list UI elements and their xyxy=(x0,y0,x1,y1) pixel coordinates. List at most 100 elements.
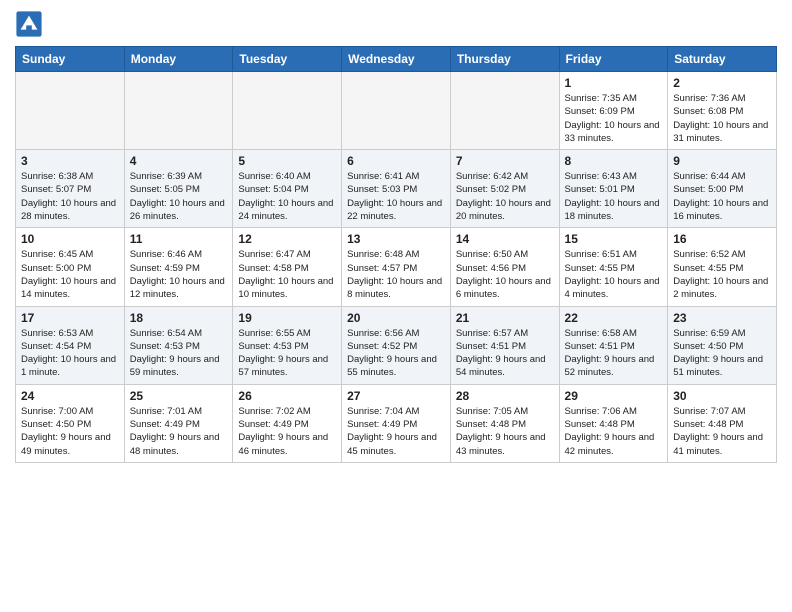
calendar-header-wednesday: Wednesday xyxy=(342,47,451,72)
day-number: 18 xyxy=(130,311,228,325)
calendar-cell: 2Sunrise: 7:36 AMSunset: 6:08 PMDaylight… xyxy=(668,72,777,150)
day-number: 12 xyxy=(238,232,336,246)
day-number: 3 xyxy=(21,154,119,168)
day-info: Sunrise: 6:44 AMSunset: 5:00 PMDaylight:… xyxy=(673,170,771,223)
day-number: 30 xyxy=(673,389,771,403)
day-info: Sunrise: 6:48 AMSunset: 4:57 PMDaylight:… xyxy=(347,248,445,301)
day-info: Sunrise: 7:35 AMSunset: 6:09 PMDaylight:… xyxy=(565,92,663,145)
day-number: 10 xyxy=(21,232,119,246)
calendar-header-sunday: Sunday xyxy=(16,47,125,72)
day-info: Sunrise: 6:51 AMSunset: 4:55 PMDaylight:… xyxy=(565,248,663,301)
calendar-cell: 14 Sunrise: 6:50 AMSunset: 4:56 PMDayligh… xyxy=(450,228,559,306)
calendar-cell: 30 Sunrise: 7:07 AMSunset: 4:48 PMDayligh… xyxy=(668,384,777,462)
day-info: Sunrise: 7:01 AMSunset: 4:49 PMDaylight:… xyxy=(130,405,228,458)
calendar-header-monday: Monday xyxy=(124,47,233,72)
day-number: 17 xyxy=(21,311,119,325)
day-info: Sunrise: 6:45 AMSunset: 5:00 PMDaylight:… xyxy=(21,248,119,301)
calendar-week-5: 24 Sunrise: 7:00 AMSunset: 4:50 PMDayligh… xyxy=(16,384,777,462)
day-info: Sunrise: 6:58 AMSunset: 4:51 PMDaylight:… xyxy=(565,327,663,380)
day-number: 24 xyxy=(21,389,119,403)
calendar-week-4: 17 Sunrise: 6:53 AMSunset: 4:54 PMDayligh… xyxy=(16,306,777,384)
calendar-cell: 25 Sunrise: 7:01 AMSunset: 4:49 PMDayligh… xyxy=(124,384,233,462)
calendar-header-thursday: Thursday xyxy=(450,47,559,72)
day-info: Sunrise: 7:06 AMSunset: 4:48 PMDaylight:… xyxy=(565,405,663,458)
day-info: Sunrise: 6:50 AMSunset: 4:56 PMDaylight:… xyxy=(456,248,554,301)
page: SundayMondayTuesdayWednesdayThursdayFrid… xyxy=(0,0,792,473)
calendar-cell: 5Sunrise: 6:40 AMSunset: 5:04 PMDaylight… xyxy=(233,150,342,228)
logo-icon xyxy=(15,10,43,38)
day-info: Sunrise: 6:46 AMSunset: 4:59 PMDaylight:… xyxy=(130,248,228,301)
day-info: Sunrise: 6:55 AMSunset: 4:53 PMDaylight:… xyxy=(238,327,336,380)
calendar-cell: 10 Sunrise: 6:45 AMSunset: 5:00 PMDayligh… xyxy=(16,228,125,306)
calendar-header-tuesday: Tuesday xyxy=(233,47,342,72)
day-info: Sunrise: 6:59 AMSunset: 4:50 PMDaylight:… xyxy=(673,327,771,380)
calendar-cell: 3Sunrise: 6:38 AMSunset: 5:07 PMDaylight… xyxy=(16,150,125,228)
day-info: Sunrise: 6:39 AMSunset: 5:05 PMDaylight:… xyxy=(130,170,228,223)
calendar-cell: 4 Sunrise: 6:39 AMSunset: 5:05 PMDaylight… xyxy=(124,150,233,228)
calendar-cell: 19 Sunrise: 6:55 AMSunset: 4:53 PMDayligh… xyxy=(233,306,342,384)
day-info: Sunrise: 6:54 AMSunset: 4:53 PMDaylight:… xyxy=(130,327,228,380)
calendar-cell: 17 Sunrise: 6:53 AMSunset: 4:54 PMDayligh… xyxy=(16,306,125,384)
day-info: Sunrise: 6:47 AMSunset: 4:58 PMDaylight:… xyxy=(238,248,336,301)
logo xyxy=(15,10,47,38)
calendar-header-saturday: Saturday xyxy=(668,47,777,72)
day-number: 25 xyxy=(130,389,228,403)
day-number: 26 xyxy=(238,389,336,403)
day-number: 4 xyxy=(130,154,228,168)
day-number: 29 xyxy=(565,389,663,403)
day-number: 15 xyxy=(565,232,663,246)
day-info: Sunrise: 6:53 AMSunset: 4:54 PMDaylight:… xyxy=(21,327,119,380)
calendar-cell: 9 Sunrise: 6:44 AMSunset: 5:00 PMDaylight… xyxy=(668,150,777,228)
calendar-week-3: 10 Sunrise: 6:45 AMSunset: 5:00 PMDayligh… xyxy=(16,228,777,306)
calendar-cell: 8 Sunrise: 6:43 AMSunset: 5:01 PMDaylight… xyxy=(559,150,668,228)
calendar-cell: 13 Sunrise: 6:48 AMSunset: 4:57 PMDayligh… xyxy=(342,228,451,306)
day-number: 23 xyxy=(673,311,771,325)
calendar-cell xyxy=(16,72,125,150)
calendar-cell: 20Sunrise: 6:56 AMSunset: 4:52 PMDayligh… xyxy=(342,306,451,384)
calendar-cell: 24 Sunrise: 7:00 AMSunset: 4:50 PMDayligh… xyxy=(16,384,125,462)
calendar-table: SundayMondayTuesdayWednesdayThursdayFrid… xyxy=(15,46,777,463)
day-number: 7 xyxy=(456,154,554,168)
day-info: Sunrise: 7:04 AMSunset: 4:49 PMDaylight:… xyxy=(347,405,445,458)
day-info: Sunrise: 7:07 AMSunset: 4:48 PMDaylight:… xyxy=(673,405,771,458)
day-info: Sunrise: 6:43 AMSunset: 5:01 PMDaylight:… xyxy=(565,170,663,223)
day-number: 6 xyxy=(347,154,445,168)
day-number: 8 xyxy=(565,154,663,168)
day-info: Sunrise: 6:56 AMSunset: 4:52 PMDaylight:… xyxy=(347,327,445,380)
calendar-header-friday: Friday xyxy=(559,47,668,72)
day-number: 22 xyxy=(565,311,663,325)
day-number: 28 xyxy=(456,389,554,403)
day-info: Sunrise: 6:41 AMSunset: 5:03 PMDaylight:… xyxy=(347,170,445,223)
calendar-cell: 12 Sunrise: 6:47 AMSunset: 4:58 PMDayligh… xyxy=(233,228,342,306)
day-info: Sunrise: 6:42 AMSunset: 5:02 PMDaylight:… xyxy=(456,170,554,223)
calendar-cell: 18 Sunrise: 6:54 AMSunset: 4:53 PMDayligh… xyxy=(124,306,233,384)
calendar-cell: 11 Sunrise: 6:46 AMSunset: 4:59 PMDayligh… xyxy=(124,228,233,306)
calendar-header-row: SundayMondayTuesdayWednesdayThursdayFrid… xyxy=(16,47,777,72)
day-info: Sunrise: 6:40 AMSunset: 5:04 PMDaylight:… xyxy=(238,170,336,223)
day-info: Sunrise: 7:02 AMSunset: 4:49 PMDaylight:… xyxy=(238,405,336,458)
day-number: 1 xyxy=(565,76,663,90)
calendar-cell: 28 Sunrise: 7:05 AMSunset: 4:48 PMDayligh… xyxy=(450,384,559,462)
day-number: 19 xyxy=(238,311,336,325)
day-number: 13 xyxy=(347,232,445,246)
calendar-cell: 26 Sunrise: 7:02 AMSunset: 4:49 PMDayligh… xyxy=(233,384,342,462)
calendar-cell xyxy=(342,72,451,150)
calendar-week-2: 3Sunrise: 6:38 AMSunset: 5:07 PMDaylight… xyxy=(16,150,777,228)
day-info: Sunrise: 7:05 AMSunset: 4:48 PMDaylight:… xyxy=(456,405,554,458)
header xyxy=(15,10,777,38)
calendar-cell: 29 Sunrise: 7:06 AMSunset: 4:48 PMDayligh… xyxy=(559,384,668,462)
calendar-cell: 22 Sunrise: 6:58 AMSunset: 4:51 PMDayligh… xyxy=(559,306,668,384)
calendar-cell: 7 Sunrise: 6:42 AMSunset: 5:02 PMDaylight… xyxy=(450,150,559,228)
day-info: Sunrise: 6:57 AMSunset: 4:51 PMDaylight:… xyxy=(456,327,554,380)
calendar-cell: 15 Sunrise: 6:51 AMSunset: 4:55 PMDayligh… xyxy=(559,228,668,306)
calendar-cell: 6 Sunrise: 6:41 AMSunset: 5:03 PMDaylight… xyxy=(342,150,451,228)
day-number: 11 xyxy=(130,232,228,246)
day-info: Sunrise: 7:36 AMSunset: 6:08 PMDaylight:… xyxy=(673,92,771,145)
day-number: 21 xyxy=(456,311,554,325)
day-number: 9 xyxy=(673,154,771,168)
day-info: Sunrise: 7:00 AMSunset: 4:50 PMDaylight:… xyxy=(21,405,119,458)
day-number: 16 xyxy=(673,232,771,246)
day-number: 14 xyxy=(456,232,554,246)
calendar-cell: 23 Sunrise: 6:59 AMSunset: 4:50 PMDayligh… xyxy=(668,306,777,384)
day-number: 27 xyxy=(347,389,445,403)
